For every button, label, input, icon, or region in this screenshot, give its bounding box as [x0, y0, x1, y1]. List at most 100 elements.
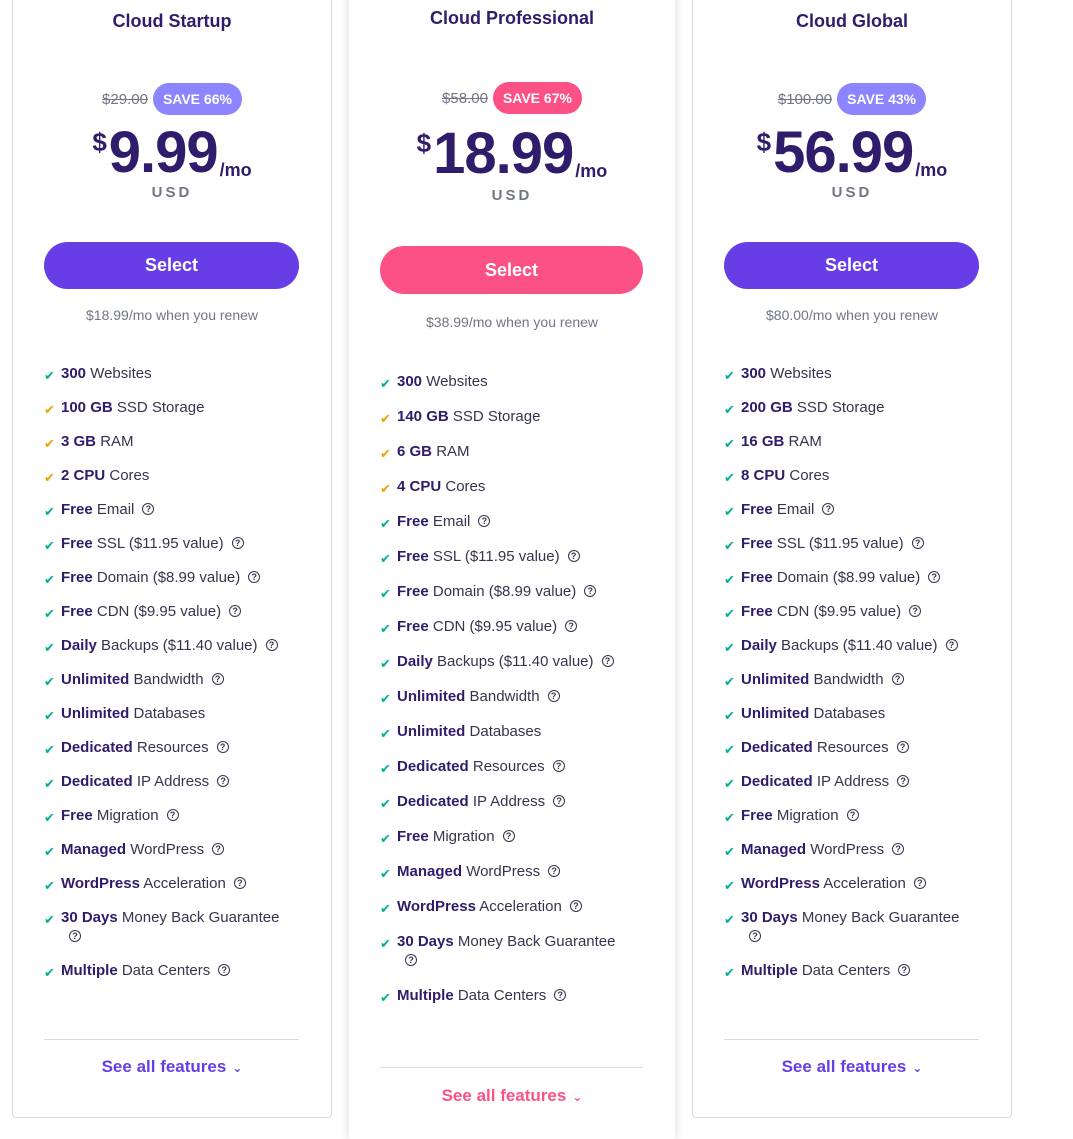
check-icon: ✔: [380, 656, 391, 671]
check-icon: ✔: [44, 776, 55, 791]
question-circle-icon[interactable]: ?: [601, 655, 614, 668]
chevron-down-icon: ⌄: [572, 1090, 583, 1104]
question-circle-icon[interactable]: ?: [909, 605, 922, 618]
feature-item: ✔ WordPress Acceleration?: [44, 874, 284, 893]
feature-item: ✔ 30 Days Money Back Guarantee?: [44, 908, 284, 946]
feature-text: Databases: [813, 705, 886, 722]
feature-text: Bandwidth: [813, 671, 884, 688]
question-circle-icon[interactable]: ?: [553, 795, 566, 808]
check-icon: ✔: [44, 368, 55, 383]
check-icon: ✔: [724, 470, 735, 485]
question-circle-icon[interactable]: ?: [248, 571, 261, 584]
feature-text: Resources: [136, 739, 209, 756]
feature-item: ✔ 6 GB RAM: [380, 442, 620, 461]
question-circle-icon[interactable]: ?: [211, 673, 224, 686]
question-circle-icon[interactable]: ?: [212, 843, 225, 856]
see-all-features-link[interactable]: See all features ⌄: [693, 1057, 1011, 1077]
question-circle-icon[interactable]: ?: [502, 830, 515, 843]
feature-text: Acceleration: [479, 898, 562, 915]
feature-item: ✔ Free SSL ($11.95 value)?: [380, 547, 620, 566]
feature-highlight: Daily: [741, 637, 777, 654]
question-circle-icon[interactable]: ?: [265, 639, 278, 652]
question-circle-icon[interactable]: ?: [166, 809, 179, 822]
question-circle-icon[interactable]: ?: [478, 515, 491, 528]
feature-text: Bandwidth: [133, 671, 204, 688]
question-circle-icon[interactable]: ?: [229, 605, 242, 618]
question-circle-icon[interactable]: ?: [405, 954, 417, 967]
question-circle-icon[interactable]: ?: [911, 537, 924, 550]
question-circle-icon[interactable]: ?: [569, 900, 582, 913]
question-circle-icon[interactable]: ?: [945, 639, 958, 652]
feature-item: ✔ 2 CPU Cores: [44, 466, 284, 485]
feature-text: IP Address: [816, 773, 890, 790]
feature-text: SSL ($11.95 value): [432, 548, 560, 565]
check-icon: ✔: [44, 912, 55, 927]
question-circle-icon[interactable]: ?: [217, 775, 230, 788]
feature-item: ✔ Free Domain ($8.99 value)?: [44, 568, 284, 587]
check-icon: ✔: [380, 376, 391, 391]
question-circle-icon[interactable]: ?: [896, 741, 909, 754]
select-button[interactable]: Select: [724, 242, 979, 289]
feature-text: Resources: [816, 739, 889, 756]
feature-item: ✔ Dedicated IP Address?: [380, 792, 620, 811]
plan-card-cloud-startup: Cloud Startup $29.00 SAVE 66% $ 9.99 /mo…: [12, 0, 332, 1118]
feature-highlight: 30 Days: [741, 909, 798, 926]
feature-highlight: Free: [397, 618, 429, 635]
question-circle-icon[interactable]: ?: [749, 930, 761, 943]
select-button[interactable]: Select: [380, 246, 643, 294]
question-circle-icon[interactable]: ?: [565, 620, 578, 633]
check-icon: ✔: [380, 866, 391, 881]
save-badge: SAVE 43%: [837, 83, 927, 115]
feature-text: Backups ($11.40 value): [437, 653, 594, 670]
question-circle-icon[interactable]: ?: [142, 503, 155, 516]
see-all-features-label: See all features: [101, 1057, 227, 1076]
question-circle-icon[interactable]: ?: [897, 775, 910, 788]
price-amount: 18.99: [433, 121, 574, 186]
feature-highlight: 3 GB: [61, 433, 97, 450]
feature-text: Databases: [469, 723, 542, 740]
feature-highlight: 140 GB: [397, 408, 449, 425]
feature-highlight: Free: [397, 513, 429, 530]
question-circle-icon[interactable]: ?: [892, 843, 905, 856]
check-icon: ✔: [724, 810, 735, 825]
feature-highlight: 4 CPU: [397, 478, 442, 495]
feature-text: Bandwidth: [469, 688, 540, 705]
feature-highlight: Daily: [61, 637, 97, 654]
feature-item: ✔ Unlimited Databases: [724, 704, 964, 723]
question-circle-icon[interactable]: ?: [552, 760, 565, 773]
check-icon: ✔: [724, 538, 735, 553]
see-all-features-link[interactable]: See all features ⌄: [13, 1057, 331, 1077]
question-circle-icon[interactable]: ?: [233, 877, 246, 890]
feature-highlight: Multiple: [397, 987, 454, 1004]
check-icon: ✔: [44, 810, 55, 825]
see-all-features-link[interactable]: See all features ⌄: [349, 1086, 675, 1106]
feature-text: IP Address: [136, 773, 210, 790]
question-circle-icon[interactable]: ?: [548, 865, 561, 878]
question-circle-icon[interactable]: ?: [69, 930, 81, 943]
question-circle-icon[interactable]: ?: [584, 585, 597, 598]
feature-highlight: Free: [741, 603, 773, 620]
feature-text: Cores: [789, 467, 830, 484]
question-circle-icon[interactable]: ?: [898, 964, 911, 977]
select-button[interactable]: Select: [44, 242, 299, 289]
check-icon: ✔: [724, 402, 735, 417]
feature-highlight: Free: [397, 828, 429, 845]
feature-item: ✔ Unlimited Databases: [44, 704, 284, 723]
question-circle-icon[interactable]: ?: [231, 537, 244, 550]
feature-text: Backups ($11.40 value): [101, 637, 258, 654]
question-circle-icon[interactable]: ?: [846, 809, 859, 822]
question-circle-icon[interactable]: ?: [218, 964, 231, 977]
question-circle-icon[interactable]: ?: [822, 503, 835, 516]
question-circle-icon[interactable]: ?: [928, 571, 941, 584]
feature-highlight: Managed: [741, 841, 807, 858]
question-circle-icon[interactable]: ?: [547, 690, 560, 703]
check-icon: ✔: [380, 551, 391, 566]
question-circle-icon[interactable]: ?: [216, 741, 229, 754]
question-circle-icon[interactable]: ?: [567, 550, 580, 563]
question-circle-icon[interactable]: ?: [913, 877, 926, 890]
check-icon: ✔: [380, 516, 391, 531]
question-circle-icon[interactable]: ?: [554, 989, 567, 1002]
question-circle-icon[interactable]: ?: [891, 673, 904, 686]
feature-item: ✔ Free SSL ($11.95 value)?: [724, 534, 964, 553]
feature-item: ✔ Free CDN ($9.95 value)?: [44, 602, 284, 621]
